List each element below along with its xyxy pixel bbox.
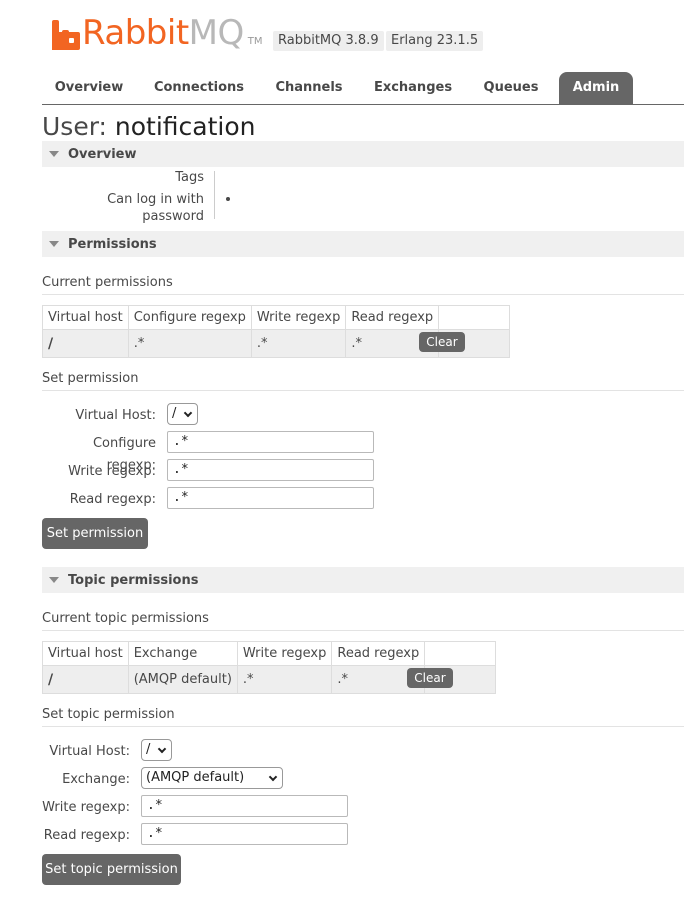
set-permission-button[interactable]: Set permission: [42, 518, 148, 549]
cell-vhost: /: [42, 329, 129, 358]
col-exchange: Exchange: [127, 641, 238, 666]
col-read-regexp: Read regexp: [345, 305, 440, 330]
section-topic-permissions-title: Topic permissions: [68, 572, 199, 588]
topic-vhost-select-value: /: [146, 742, 151, 757]
chevron-down-icon: [183, 408, 193, 417]
cell-write: .*: [236, 665, 333, 694]
col-virtual-host: Virtual host: [42, 305, 129, 330]
read-regexp-label: Read regexp:: [69, 492, 156, 507]
main-nav-tabs: Overview Connections Channels Exchanges …: [42, 72, 684, 105]
col-write-regexp: Write regexp: [236, 641, 333, 666]
vhost-select-value: /: [172, 406, 177, 421]
col-actions: [424, 641, 497, 666]
configure-regexp-input[interactable]: .*: [167, 431, 374, 453]
collapse-triangle-icon: [49, 577, 59, 583]
current-permissions-heading: Current permissions: [42, 274, 684, 295]
col-virtual-host: Virtual host: [42, 641, 129, 666]
rabbit-logo-icon: [52, 20, 80, 50]
topic-write-regexp-input[interactable]: .*: [141, 795, 348, 817]
col-read-regexp: Read regexp: [331, 641, 426, 666]
cell-exchange: (AMQP default): [127, 665, 238, 694]
exchange-select-value: (AMQP default): [146, 770, 245, 785]
rabbitmq-logo[interactable]: RabbitMQ TM: [52, 14, 263, 50]
section-overview-title: Overview: [68, 146, 137, 162]
tab-queues[interactable]: Queues: [476, 72, 546, 104]
page-title-prefix: User:: [42, 112, 107, 141]
tab-admin[interactable]: Admin: [559, 72, 633, 104]
col-configure-regexp: Configure regexp: [127, 305, 252, 330]
exchange-select[interactable]: (AMQP default): [141, 767, 283, 789]
col-write-regexp: Write regexp: [250, 305, 347, 330]
current-topic-permissions-heading: Current topic permissions: [42, 610, 684, 631]
section-overview-header[interactable]: Overview: [42, 141, 684, 167]
vhost-label: Virtual Host:: [75, 408, 156, 423]
cell-write: .*: [250, 329, 347, 358]
cell-configure: .*: [127, 329, 252, 358]
clear-topic-permission-button[interactable]: Clear: [407, 668, 453, 688]
topic-vhost-select[interactable]: /: [141, 739, 172, 761]
tags-label: Tags: [175, 170, 204, 185]
page-title-username: notification: [114, 112, 256, 141]
clear-permission-button[interactable]: Clear: [419, 332, 465, 352]
cell-vhost: /: [42, 665, 129, 694]
rabbitmq-version-badge: RabbitMQ 3.8.9: [273, 31, 384, 51]
tab-channels[interactable]: Channels: [268, 72, 350, 104]
page-title: User: notification: [42, 112, 256, 142]
can-login-bullet-icon: [226, 197, 230, 201]
set-topic-permission-button[interactable]: Set topic permission: [42, 854, 181, 885]
chevron-down-icon: [157, 744, 167, 753]
overview-divider: [214, 171, 215, 219]
tab-exchanges[interactable]: Exchanges: [368, 72, 458, 104]
col-actions: [438, 305, 511, 330]
tab-overview[interactable]: Overview: [48, 72, 130, 104]
write-regexp-label: Write regexp:: [68, 464, 156, 479]
tab-connections[interactable]: Connections: [148, 72, 250, 104]
exchange-label: Exchange:: [62, 772, 130, 787]
section-permissions-header[interactable]: Permissions: [42, 231, 684, 257]
topic-read-regexp-label: Read regexp:: [43, 828, 130, 843]
can-login-label: Can log in with password: [107, 192, 204, 224]
chevron-down-icon: [268, 772, 278, 781]
collapse-triangle-icon: [49, 241, 59, 247]
logo-trademark: TM: [247, 36, 263, 47]
topic-read-regexp-input[interactable]: .*: [141, 823, 348, 845]
topic-vhost-label: Virtual Host:: [49, 744, 130, 759]
topic-write-regexp-label: Write regexp:: [42, 800, 130, 815]
read-regexp-input[interactable]: .*: [167, 487, 374, 509]
set-permission-heading: Set permission: [42, 370, 684, 391]
erlang-version-badge: Erlang 23.1.5: [386, 31, 484, 51]
logo-wordmark: RabbitMQ: [82, 13, 244, 53]
section-topic-permissions-header[interactable]: Topic permissions: [42, 567, 684, 593]
section-permissions-title: Permissions: [68, 236, 157, 252]
vhost-select[interactable]: /: [167, 403, 198, 425]
set-topic-permission-heading: Set topic permission: [42, 706, 684, 727]
collapse-triangle-icon: [49, 151, 59, 157]
write-regexp-input[interactable]: .*: [167, 459, 374, 481]
